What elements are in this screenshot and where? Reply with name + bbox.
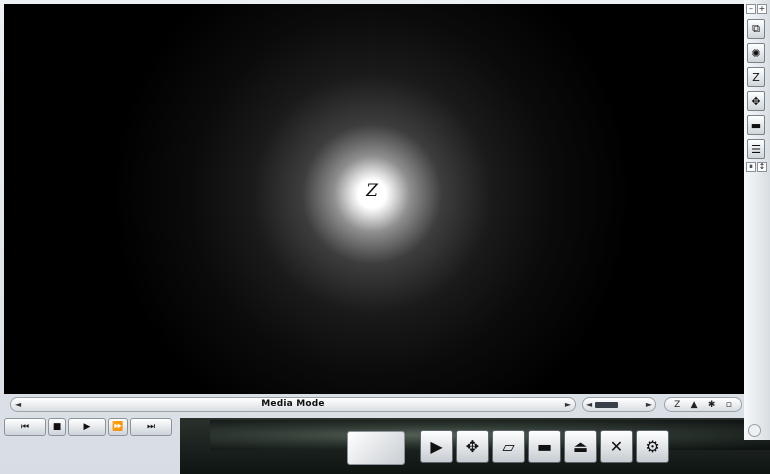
volume-fill [595, 402, 618, 408]
logo-glyph: Z [366, 181, 378, 201]
settings-mini-icon[interactable]: ✱ [708, 400, 716, 410]
play-tool-button[interactable]: ▶ [420, 430, 453, 463]
video-display[interactable]: Z [4, 4, 744, 394]
main-toolbar: ▶ ✥ ▱ ▬ ⏏ ✕ ⚙ [420, 430, 669, 463]
mini-toolbar: Z ▲ ✱ ▫ [664, 397, 742, 412]
preview-screen[interactable] [347, 431, 405, 465]
window-mini-icon[interactable]: ▫ [726, 400, 732, 410]
window-icon[interactable]: ⧉ [747, 19, 765, 39]
settings-tool-button[interactable]: ⚙ [636, 430, 669, 463]
seek-bar[interactable]: ◄ Media Mode ► [10, 397, 576, 412]
list-icon[interactable]: ☰ [747, 139, 765, 159]
fast-forward-button[interactable]: ⏩ [108, 418, 128, 436]
maximize-button[interactable]: + [757, 4, 767, 14]
settings-icon[interactable]: ✺ [747, 43, 765, 63]
logo-mini-icon[interactable]: Z [674, 400, 680, 410]
eject-tool-button[interactable]: ⏏ [564, 430, 597, 463]
minimize-button[interactable]: – [746, 4, 756, 14]
record-tool-button[interactable]: ▱ [492, 430, 525, 463]
player-window: Z – + ⧉ ✺ Z ✥ ▬ ☰ ⏸ ↕ ◄ Media Mode ► ◄ ►… [0, 0, 770, 474]
volume-slider[interactable]: ◄ ► [582, 397, 656, 412]
volume-left-arrow[interactable]: ◄ [586, 398, 592, 411]
transport-controls: ⏮ ■ ▶ ⏩ ⏭ [4, 418, 180, 438]
mode-label: Media Mode [261, 399, 325, 409]
stop-button[interactable]: ■ [48, 418, 66, 436]
seek-right-arrow[interactable]: ► [565, 398, 571, 411]
play-button[interactable]: ▶ [68, 418, 106, 436]
eject-mini-icon[interactable]: ▲ [691, 400, 698, 410]
bar-icon[interactable]: ▬ [747, 115, 765, 135]
cancel-tool-button[interactable]: ✕ [600, 430, 633, 463]
logo-icon[interactable]: Z [747, 67, 765, 87]
next-button[interactable]: ⏭ [130, 418, 172, 436]
sidebar: – + ⧉ ✺ Z ✥ ▬ ☰ ⏸ ↕ [744, 0, 770, 440]
volume-right-arrow[interactable]: ► [646, 398, 652, 411]
previous-button[interactable]: ⏮ [4, 418, 46, 436]
resize-mini-button[interactable]: ↕ [757, 162, 767, 172]
status-bar: ◄ Media Mode ► ◄ ► Z ▲ ✱ ▫ [6, 396, 744, 414]
navigate-tool-button[interactable]: ✥ [456, 430, 489, 463]
pause-mini-button[interactable]: ⏸ [746, 162, 756, 172]
line-tool-button[interactable]: ▬ [528, 430, 561, 463]
grip-handle[interactable] [748, 424, 761, 437]
navigate-icon[interactable]: ✥ [747, 91, 765, 111]
